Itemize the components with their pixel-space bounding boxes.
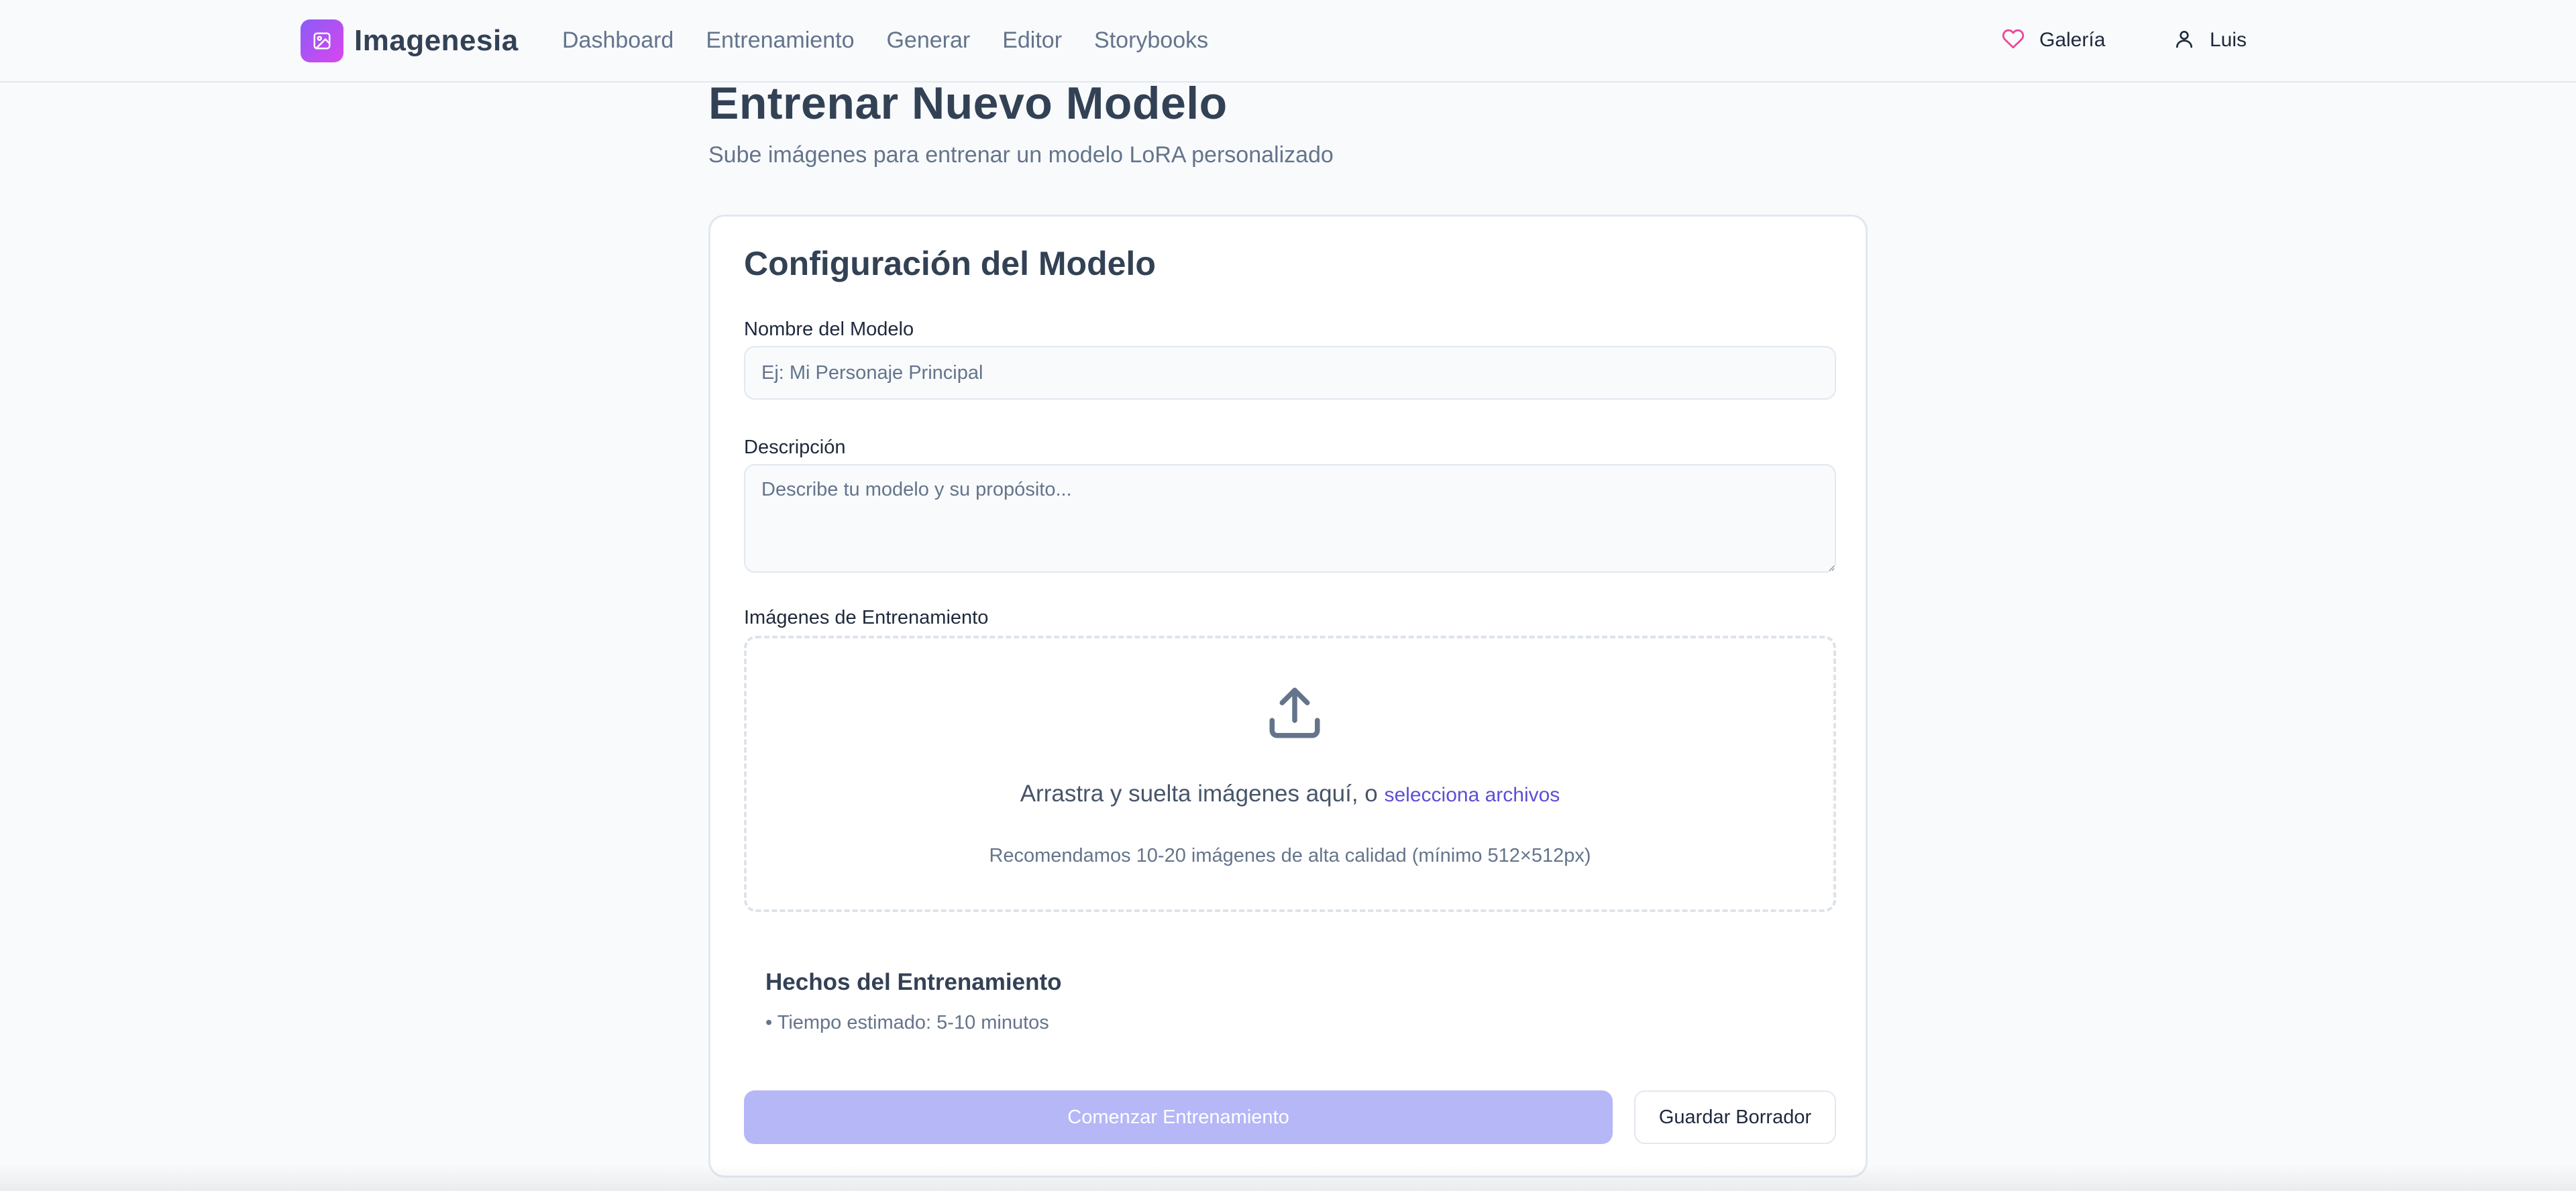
- dropzone-text-row: Arrastra y suelta imágenes aquí, o selec…: [747, 778, 1833, 811]
- model-name-label: Nombre del Modelo: [744, 319, 914, 340]
- image-icon: [301, 19, 343, 62]
- training-fact-item: • Tiempo estimado: 5-10 minutos: [765, 1012, 1049, 1033]
- brand[interactable]: Imagenesia: [301, 19, 519, 62]
- description-label: Descripción: [744, 437, 846, 458]
- page-subtitle: Sube imágenes para entrenar un modelo Lo…: [708, 142, 1334, 168]
- model-config-card: Configuración del Modelo Nombre del Mode…: [708, 215, 1868, 1178]
- gallery-link[interactable]: Galería: [2002, 24, 2105, 56]
- top-navbar: Imagenesia Dashboard Entrenamiento Gener…: [0, 0, 2576, 82]
- save-draft-button[interactable]: Guardar Borrador: [1634, 1090, 1836, 1144]
- training-facts-title: Hechos del Entrenamiento: [765, 969, 1062, 995]
- dropzone-text: Arrastra y suelta imágenes aquí, o: [1020, 781, 1378, 807]
- nav-link-editor[interactable]: Editor: [1002, 24, 1062, 56]
- description-textarea[interactable]: [744, 464, 1836, 573]
- brand-name: Imagenesia: [354, 24, 519, 57]
- user-icon: [2174, 28, 2195, 53]
- select-files-link[interactable]: selecciona archivos: [1385, 784, 1560, 806]
- nav-link-generar[interactable]: Generar: [886, 24, 970, 56]
- nav-link-storybooks[interactable]: Storybooks: [1094, 24, 1208, 56]
- heart-icon: [2002, 27, 2025, 54]
- model-name-input[interactable]: [744, 346, 1836, 400]
- start-training-button[interactable]: Comenzar Entrenamiento: [744, 1090, 1613, 1144]
- card-title: Configuración del Modelo: [744, 245, 1156, 282]
- training-fact-text: Tiempo estimado: 5-10 minutos: [777, 1012, 1049, 1033]
- page-title: Entrenar Nuevo Modelo: [708, 78, 1228, 129]
- main-nav: Dashboard Entrenamiento Generar Editor S…: [562, 24, 1208, 56]
- dropzone-hint: Recomendamos 10-20 imágenes de alta cali…: [989, 845, 1591, 866]
- nav-link-entrenamiento[interactable]: Entrenamiento: [706, 24, 854, 56]
- nav-link-dashboard[interactable]: Dashboard: [562, 24, 674, 56]
- training-images-label: Imágenes de Entrenamiento: [744, 607, 989, 628]
- user-menu[interactable]: Luis: [2174, 24, 2247, 56]
- gallery-label: Galería: [2039, 29, 2106, 51]
- image-dropzone[interactable]: Arrastra y suelta imágenes aquí, o selec…: [744, 636, 1836, 912]
- user-name: Luis: [2210, 29, 2247, 51]
- upload-icon: [1269, 687, 1320, 738]
